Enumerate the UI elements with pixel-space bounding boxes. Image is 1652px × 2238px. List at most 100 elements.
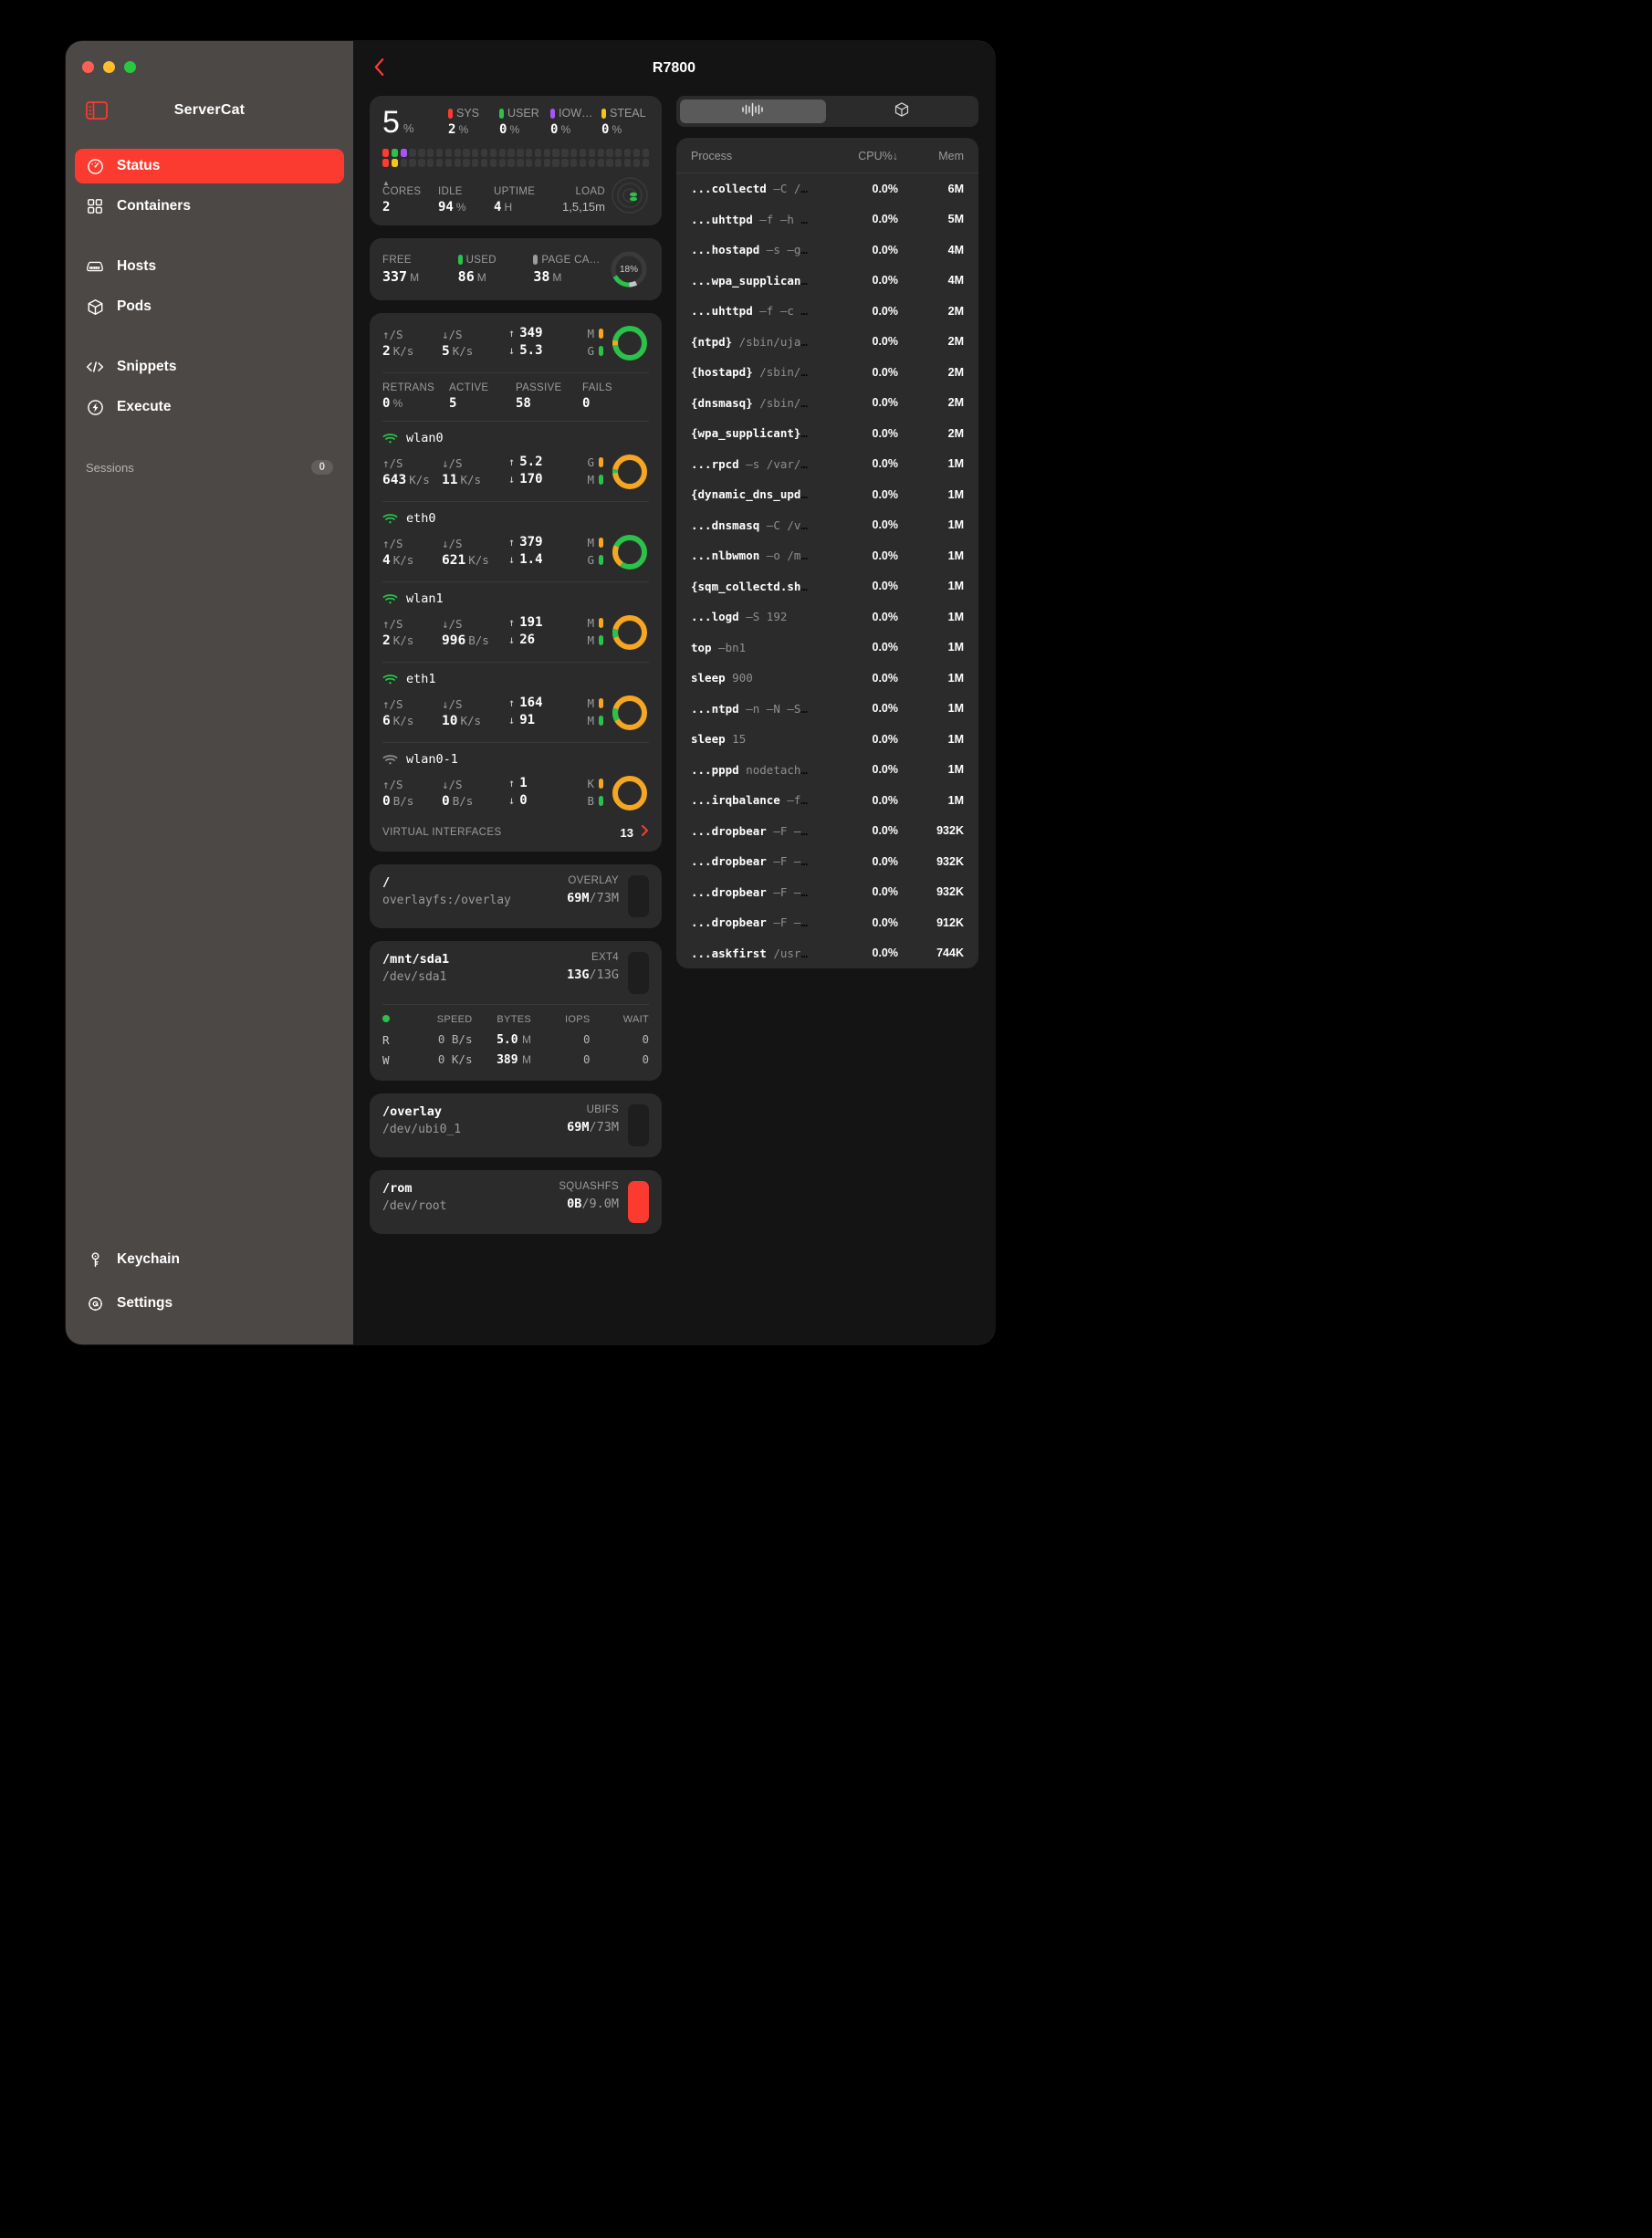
main-area: R7800 5 % SYS 2 % USER 0 % IOW… 0 % STEA…: [353, 41, 995, 1344]
disk-card-sda1[interactable]: /mnt/sda1 /dev/sda1 EXT4 13G/13G SPEED B…: [370, 941, 662, 1081]
disk-card-rom[interactable]: /rom /dev/root SQUASHFS 0B/9.0M: [370, 1170, 662, 1234]
column-header-mem[interactable]: Mem: [898, 150, 964, 162]
interface-row[interactable]: wlan1 ↑/S 2 K/s ↓/S 996 B/s ↑ 191 M ↓ 26…: [382, 591, 649, 652]
sidebar-item-status[interactable]: Status: [75, 149, 344, 183]
table-row[interactable]: top –bn1 0.0% 1M: [676, 633, 978, 664]
sidebar-item-hosts[interactable]: Hosts: [75, 249, 344, 284]
interface-row[interactable]: eth1 ↑/S 6 K/s ↓/S 10 K/s ↑ 164 M ↓ 91 M: [382, 672, 649, 732]
process-mem: 744K: [936, 946, 964, 960]
process-command: ...dropbear: [691, 854, 767, 869]
tab-processes[interactable]: [680, 99, 826, 123]
process-cpu: 0.0%: [872, 518, 899, 532]
disk-usage-bar: [628, 875, 649, 917]
tab-containers-view[interactable]: [830, 99, 976, 123]
table-row[interactable]: sleep 15 0.0% 1M: [676, 724, 978, 755]
iface-up-unit: B/s: [392, 794, 414, 808]
memory-free-label: FREE: [382, 254, 412, 266]
minimize-button[interactable]: [103, 60, 115, 73]
key-icon: [86, 1250, 104, 1269]
process-command: ...rpcd: [691, 456, 739, 471]
interface-row[interactable]: wlan0-1 ↑/S 0 B/s ↓/S 0 B/s ↑ 1 K ↓ 0 B: [382, 752, 649, 812]
process-command: top: [691, 640, 712, 654]
table-row[interactable]: ...irqbalance –f –c 2… 0.0% 1M: [676, 785, 978, 816]
process-cpu: 0.0%: [872, 610, 899, 623]
close-button[interactable]: [82, 60, 94, 73]
table-row[interactable]: {ntpd} /sbin/ujail –t… 0.0% 2M: [676, 327, 978, 358]
disk-filesystem: OVERLAY: [568, 875, 619, 886]
process-args: 15: [725, 732, 747, 747]
sidebar-item-pods[interactable]: Pods: [75, 289, 344, 324]
table-row[interactable]: ...dropbear –F –P /var… 0.0% 932K: [676, 846, 978, 877]
table-row[interactable]: {dnsmasq} /sbin/ujail… 0.0% 2M: [676, 388, 978, 419]
table-row[interactable]: ...askfirst /usr/libex… 0.0% 744K: [676, 938, 978, 969]
table-row[interactable]: ...uhttpd –f –c /dev/n… 0.0% 2M: [676, 296, 978, 327]
sidebar-item-snippets[interactable]: Snippets: [75, 350, 344, 384]
column-header-cpu[interactable]: CPU%↓: [814, 150, 898, 162]
process-cpu: 0.0%: [872, 549, 899, 562]
cpu-stat-iowait: IOW… 0%: [550, 107, 598, 137]
virtual-interfaces-row[interactable]: VIRTUAL INTERFACES 13: [382, 812, 649, 841]
process-mem: 2M: [947, 396, 964, 410]
process-args: /sbin/ujail…: [759, 365, 814, 380]
sidebar-item-execute[interactable]: Execute: [75, 390, 344, 424]
table-row[interactable]: ...dropbear –F –P /var… 0.0% 932K: [676, 816, 978, 847]
table-row[interactable]: ...dnsmasq –C /var/etc… 0.0% 1M: [676, 510, 978, 541]
io-rw-label: R: [382, 1032, 390, 1047]
table-row[interactable]: ...hostapd –s –g /var/… 0.0% 4M: [676, 235, 978, 266]
process-mem: 1M: [947, 763, 964, 777]
table-row[interactable]: ...nlbwmon –o /mnt/sda… 0.0% 1M: [676, 540, 978, 571]
process-command: sleep: [691, 671, 726, 685]
sidebar-item-containers[interactable]: Containers: [75, 189, 344, 224]
cpu-stat-steal: STEAL 0%: [601, 107, 649, 137]
process-table: Process CPU%↓ Mem ...collectd –C /tmp/co…: [676, 138, 978, 968]
iface-down-total-unit: M: [587, 713, 594, 727]
table-row[interactable]: {dynamic_dns_upd} /bin… 0.0% 1M: [676, 479, 978, 510]
process-command: {wpa_supplicant}: [691, 426, 801, 441]
cpu-load-label: LOAD: [575, 186, 605, 197]
content-area: 5 % SYS 2% USER 0% IOW… 0 % STEAL 0 % ▲ …: [353, 96, 995, 1344]
view-segmented-control[interactable]: [676, 96, 978, 127]
table-row[interactable]: {hostapd} /sbin/ujail… 0.0% 2M: [676, 357, 978, 388]
table-row[interactable]: {sqm_collectd.sh} /bin… 0.0% 1M: [676, 571, 978, 602]
net-passive: PASSIVE 58: [516, 382, 582, 411]
table-row[interactable]: sleep 900 0.0% 1M: [676, 663, 978, 694]
memory-pagecache-value: 38: [533, 267, 550, 285]
memory-free: FREE 337 M: [382, 255, 458, 285]
iface-up-total-unit: M: [587, 695, 594, 710]
column-header-process: Process: [691, 150, 733, 162]
table-row[interactable]: {wpa_supplicant} /sbin…0.0%2M: [676, 418, 978, 449]
disk-card-overlay[interactable]: /overlay /dev/ubi0_1 UBIFS 69M/73M: [370, 1093, 662, 1157]
interface-name: eth1: [406, 672, 436, 686]
sidebar-toggle-icon[interactable]: [86, 101, 108, 120]
iface-down-label: ↓/S: [442, 537, 463, 550]
process-cpu: 0.0%: [872, 915, 899, 929]
interface-row[interactable]: wlan0 ↑/S 643 K/s ↓/S 11 K/s ↑ 5.2 G ↓ 1…: [382, 431, 649, 491]
table-row[interactable]: ...dropbear –F –P /var… 0.0% 932K: [676, 877, 978, 908]
table-row[interactable]: ...uhttpd –f –h /www –… 0.0% 5M: [676, 204, 978, 235]
table-row[interactable]: ...rpcd –s /var/run/ub… 0.0% 1M: [676, 449, 978, 480]
cpu-stat-value: 0: [499, 122, 507, 137]
back-button[interactable]: [373, 57, 385, 80]
process-args: nodetach ippar…: [746, 762, 814, 777]
sidebar-item-settings[interactable]: Settings: [75, 1286, 344, 1321]
process-mem: 6M: [947, 182, 964, 195]
table-row[interactable]: ...ntpd –n –N –S /usr/… 0.0% 1M: [676, 694, 978, 725]
status-dot-icon: [382, 1015, 390, 1022]
disk-card-root[interactable]: / overlayfs:/overlay OVERLAY 69M/73M: [370, 864, 662, 928]
sidebar: ServerCat Status Containers Hosts Pods S…: [66, 41, 353, 1344]
disk-filesystem: SQUASHFS: [559, 1181, 619, 1192]
sidebar-item-keychain[interactable]: Keychain: [75, 1242, 344, 1277]
table-row[interactable]: ...collectd –C /tmp/co… 0.0% 6M: [676, 173, 978, 204]
zoom-button[interactable]: [124, 60, 136, 73]
table-row[interactable]: ...wpa_supplicant –n –… 0.0% 4M: [676, 266, 978, 297]
interface-row[interactable]: eth0 ↑/S 4 K/s ↓/S 621 K/s ↑ 379 M ↓ 1.4…: [382, 511, 649, 571]
table-row[interactable]: ...logd –S 192 0.0% 1M: [676, 601, 978, 633]
process-cpu: 0.0%: [872, 763, 899, 777]
table-row[interactable]: ...dropbear –F –P /var… 0.0% 912K: [676, 907, 978, 938]
cpu-uptime-value: 4: [494, 200, 502, 214]
table-row[interactable]: ...pppd nodetach ippar… 0.0% 1M: [676, 755, 978, 786]
sidebar-item-label: Settings: [117, 1295, 173, 1311]
iface-down-total: 0: [519, 793, 528, 808]
iface-up-unit: K/s: [409, 473, 430, 486]
cpu-footer-row: ▲ CORES 2 IDLE 94% UPTIME 4 H LOAD 1,5,1…: [382, 176, 649, 214]
